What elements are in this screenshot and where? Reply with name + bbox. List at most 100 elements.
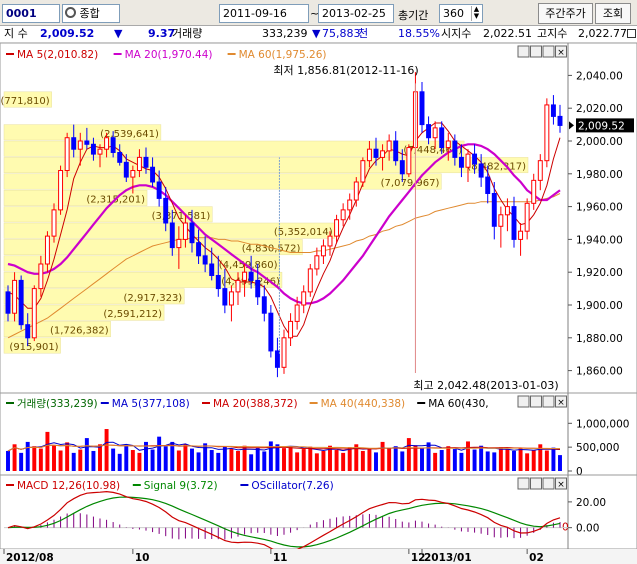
weekly-price-button[interactable]: 주간주가 — [538, 3, 593, 24]
search-icon[interactable] — [65, 7, 76, 18]
settings-icon — [530, 477, 542, 490]
zoom-icon — [517, 477, 530, 490]
candle-body — [419, 91, 425, 126]
volume-bar — [176, 450, 181, 471]
name-field[interactable]: 종합 — [62, 4, 120, 23]
candle-body — [77, 140, 83, 150]
candle-body — [452, 140, 458, 158]
volume-profile-label: (1,726,382) — [50, 326, 109, 337]
x-tick-label: 02 — [529, 552, 544, 564]
volume-profile-label: (2,591,212) — [103, 309, 162, 320]
volume-bar — [505, 449, 510, 471]
candle-body — [281, 337, 287, 368]
volume-bar — [367, 448, 372, 471]
candle-body — [307, 268, 313, 293]
candle-body — [248, 271, 254, 281]
candle-body — [176, 238, 182, 249]
volume-bar — [249, 454, 254, 471]
query-button[interactable]: 조회 — [595, 3, 631, 24]
candle-body — [465, 153, 471, 168]
volume-bar — [216, 452, 221, 471]
macd-y-tick-label: 0.00 — [576, 523, 599, 535]
volume-bar — [459, 452, 464, 471]
candle-body — [255, 279, 261, 298]
volume-bar — [124, 446, 129, 471]
volume-bar — [321, 450, 326, 471]
volume-bar — [282, 448, 286, 471]
volume-bar — [518, 448, 523, 471]
volume-bar — [222, 446, 227, 471]
high-annotation-label: 최고 2,042.48(2013-01-03) — [413, 379, 558, 392]
volume-bar — [104, 429, 109, 471]
volume-value: 333,239 — [262, 27, 308, 40]
candle-body — [90, 143, 96, 155]
spinner-icon[interactable]: ▲ ▼ — [471, 6, 481, 21]
candle-body — [110, 137, 116, 153]
price-panel: ×(771,810)(2,539,641)(7,448,465)(8,482,3… — [0, 43, 637, 394]
volume-percent: 18.55% — [398, 27, 440, 40]
y-tick-label: 1,980.00 — [576, 169, 623, 181]
end-date-input[interactable]: 2013-02-25 — [318, 4, 394, 23]
volume-profile-bar — [3, 173, 442, 190]
volume-bar — [413, 445, 418, 471]
candle-body — [274, 350, 280, 368]
candle-body — [84, 140, 90, 145]
candle-body — [5, 291, 11, 314]
close-icon-glyph: × — [557, 48, 565, 58]
candle-body — [544, 104, 550, 162]
info-bar: 지 수 2,009.52 ▼ 9.37 거래량 333,239 ▼ 75,883… — [0, 26, 637, 43]
volume-profile-bar — [3, 157, 529, 174]
volume-bar — [393, 446, 398, 471]
high-value: 2,022.77 — [578, 27, 627, 40]
volume-bar — [130, 450, 135, 471]
start-date-input[interactable]: 2011-09-16 — [219, 4, 309, 23]
candle-body — [64, 137, 70, 172]
candle-body — [228, 291, 234, 306]
volume-bar — [374, 452, 378, 471]
period-value: 360 — [443, 7, 464, 20]
down-arrow-icon: ▼ — [114, 27, 123, 40]
volume-bar — [308, 446, 313, 471]
candle-body — [18, 279, 24, 326]
volume-panel: ×1,000,000500,0000거래량(333,239) MA 5(377,1… — [0, 392, 637, 478]
candle-body — [327, 235, 333, 247]
checkbox[interactable] — [627, 29, 636, 38]
volume-bar — [6, 450, 10, 471]
period-input[interactable]: 360 ▲ ▼ — [439, 4, 483, 23]
close-icon-glyph: × — [557, 480, 565, 490]
candle-body — [531, 179, 537, 204]
candle-body — [340, 209, 346, 221]
volume-bar — [387, 448, 392, 471]
volume-bar — [492, 452, 497, 471]
x-tick-label: 11 — [273, 552, 288, 564]
y-tick-label: 2,020.00 — [576, 103, 623, 115]
candle-body — [478, 163, 484, 178]
code-input[interactable]: 0001 — [2, 4, 60, 23]
x-tick-label: 2012/08 — [6, 552, 54, 564]
volume-bar — [170, 441, 175, 471]
macd-legend-label: MACD 12,26(10.98) — [17, 480, 120, 492]
settings-icon — [530, 395, 542, 408]
volume-bar — [380, 441, 385, 471]
price-legend-label: MA 60(1,975.26) — [239, 49, 327, 61]
volume-bar — [531, 450, 536, 471]
candle-body — [44, 235, 50, 265]
volume-bar — [91, 450, 96, 471]
candle-body — [25, 324, 31, 339]
candle-body — [537, 160, 543, 181]
volume-bar — [183, 444, 188, 471]
candle-body — [550, 104, 556, 117]
candle-body — [432, 127, 438, 139]
y-tick-label: 1,880.00 — [576, 333, 623, 345]
period-label: 총기간 — [398, 9, 429, 22]
candle-body — [130, 170, 136, 178]
candle-body — [445, 140, 451, 149]
volume-legend-label: MA 40(440,338) — [321, 398, 406, 410]
volume-bar — [163, 446, 168, 471]
candle-body — [426, 124, 432, 139]
volume-bar — [426, 442, 431, 471]
chart-area: ×(771,810)(2,539,641)(7,448,465)(8,482,3… — [0, 43, 637, 564]
y-tick-label: 1,920.00 — [576, 267, 623, 279]
candle-body — [202, 255, 208, 265]
candle-body — [288, 320, 294, 339]
